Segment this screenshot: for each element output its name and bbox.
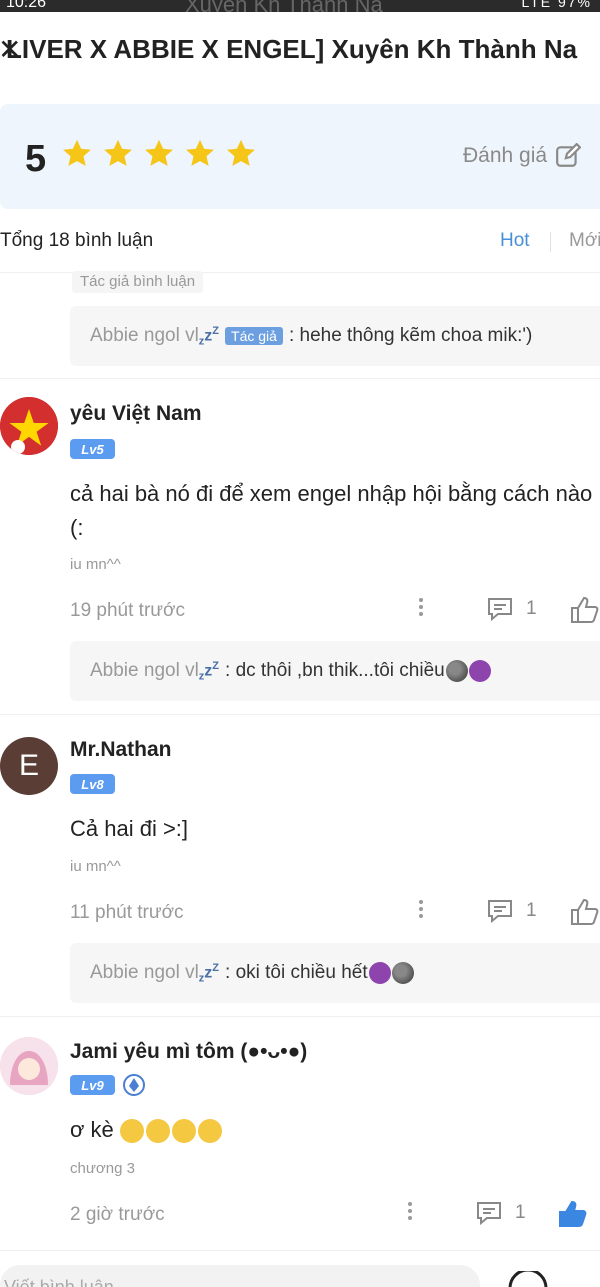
star-icon <box>104 139 132 166</box>
anime-girl-avatar-icon <box>0 1037 58 1095</box>
top-bar: ✕ LIVER X ABBIE X ENGEL] Xuyên Kh Thành … <box>0 12 600 90</box>
sleep-badge-icon: zzZ <box>198 659 220 683</box>
sleep-badge-icon: zzZ <box>198 324 220 348</box>
comment-time: 2 giờ trước <box>70 1204 165 1225</box>
vip-badge-icon <box>123 1074 145 1096</box>
comment-time: 11 phút trước <box>70 902 184 923</box>
rating-score: 5 <box>25 138 47 180</box>
reply-text: : dc thôi ,bn thik...tôi chiều <box>225 660 445 681</box>
star-icon <box>63 139 91 166</box>
tab-divider <box>550 232 551 252</box>
reply-count-button[interactable]: 1 <box>475 1200 526 1226</box>
more-options-icon[interactable] <box>407 1202 413 1223</box>
like-icon[interactable] <box>558 1200 588 1228</box>
reply-author-name: Abbie ngol vl <box>90 962 199 983</box>
bottom-bar: Viết bình luận <box>0 1250 600 1287</box>
comment-icon <box>488 900 512 924</box>
reply-count: 1 <box>526 598 537 619</box>
comment-text-line: ơ kè <box>70 1117 114 1142</box>
divider <box>0 1016 600 1017</box>
comment-total: Tổng 18 bình luận <box>0 230 154 251</box>
rate-button[interactable]: Đánh giá <box>463 140 582 172</box>
comment-username[interactable]: yêu Việt Nam <box>70 402 202 426</box>
reply-text: : hehe thông kẽm choa mik:') <box>288 325 533 346</box>
smiling-emoji-icon <box>119 1119 144 1144</box>
divider <box>0 714 600 715</box>
star-icon <box>145 139 173 166</box>
write-comment-placeholder: Viết bình luận <box>4 1277 114 1287</box>
comment-content: Cả hai đi >:] <box>70 816 189 841</box>
avatar[interactable] <box>0 397 58 455</box>
reply-count: 1 <box>526 900 537 921</box>
status-indicators: LTE 97% <box>521 0 592 10</box>
reply-author-name: Abbie ngol vl <box>90 325 199 346</box>
reply-count-button[interactable]: 1 <box>486 596 537 622</box>
status-notification-title: Xuyên Kh Thành Nạ <box>185 0 383 12</box>
star-icon <box>186 139 214 166</box>
smiling-devil-emoji-icon <box>468 660 491 682</box>
comment-username[interactable]: Mr.Nathan <box>70 738 172 762</box>
more-options-icon[interactable] <box>418 900 424 921</box>
reply-count-button[interactable]: 1 <box>486 898 537 924</box>
level-badge: Lv8 <box>70 774 115 794</box>
star-icon <box>227 139 255 166</box>
vietnam-flag-avatar-icon <box>0 397 58 455</box>
comment-reply[interactable]: Abbie ngol vl zzZ : dc thôi ,bn thik...t… <box>70 641 600 701</box>
comment-content: ơ kè <box>70 1113 600 1147</box>
smiling-emoji-icon <box>171 1119 196 1144</box>
comment-text-line: (: <box>70 515 84 540</box>
tab-hot[interactable]: Hot <box>500 230 530 252</box>
divider <box>0 378 600 379</box>
write-comment-input[interactable]: Viết bình luận <box>0 1265 480 1287</box>
reply-count: 1 <box>515 1202 526 1223</box>
more-options-icon[interactable] <box>418 598 424 619</box>
avatar[interactable] <box>0 1037 58 1095</box>
emoji-button-icon[interactable] <box>508 1271 548 1287</box>
new-moon-emoji-icon <box>391 962 414 984</box>
author-reply[interactable]: Abbie ngol vl zzZ Tác giả : hehe thông k… <box>70 306 600 366</box>
smiling-devil-emoji-icon <box>368 962 391 984</box>
level-badge: Lv9 <box>70 1075 115 1095</box>
new-moon-emoji-icon <box>445 660 468 682</box>
comment-time: 19 phút trước <box>70 600 185 621</box>
smiling-emoji-icon <box>145 1119 170 1144</box>
comment-chapter: chương 3 <box>70 1160 135 1177</box>
like-icon[interactable] <box>570 898 600 926</box>
comment-text-line: cả hai bà nó đi để xem engel nhập hội bằ… <box>70 481 593 506</box>
smiling-emoji-icon <box>197 1119 222 1144</box>
avatar[interactable]: E <box>0 737 58 795</box>
author-tag: Tác giả <box>225 327 283 345</box>
comment-icon <box>488 598 512 622</box>
comment-icon <box>477 1202 501 1226</box>
comment-reply[interactable]: Abbie ngol vl zzZ : oki tôi chiều hết <box>70 943 600 1003</box>
comment-username[interactable]: Jami yêu mì tôm (●•ᴗ•●) <box>70 1040 307 1064</box>
sleep-badge-icon: zzZ <box>198 961 220 985</box>
status-bar: 10:26 Xuyên Kh Thành Nạ LTE 97% <box>0 0 600 12</box>
story-title: LIVER X ABBIE X ENGEL] Xuyên Kh Thành Na <box>6 34 578 64</box>
comment-chapter: iu mn^^ <box>70 858 121 875</box>
like-icon[interactable] <box>570 596 600 624</box>
level-badge: Lv5 <box>70 439 115 459</box>
reply-author-name: Abbie ngol vl <box>90 660 199 681</box>
comment-content: cả hai bà nó đi để xem engel nhập hội bằ… <box>70 477 600 545</box>
rate-button-label: Đánh giá <box>463 144 548 167</box>
comment-chapter: iu mn^^ <box>70 556 121 573</box>
edit-icon <box>556 143 582 167</box>
status-time: 10:26 <box>6 0 47 11</box>
comments-header: Tổng 18 bình luận Hot Mới <box>0 222 600 262</box>
reply-text: : oki tôi chiều hết <box>225 962 368 983</box>
tab-new[interactable]: Mới <box>569 230 600 252</box>
author-comment-chip: Tác giả bình luận <box>72 271 204 293</box>
